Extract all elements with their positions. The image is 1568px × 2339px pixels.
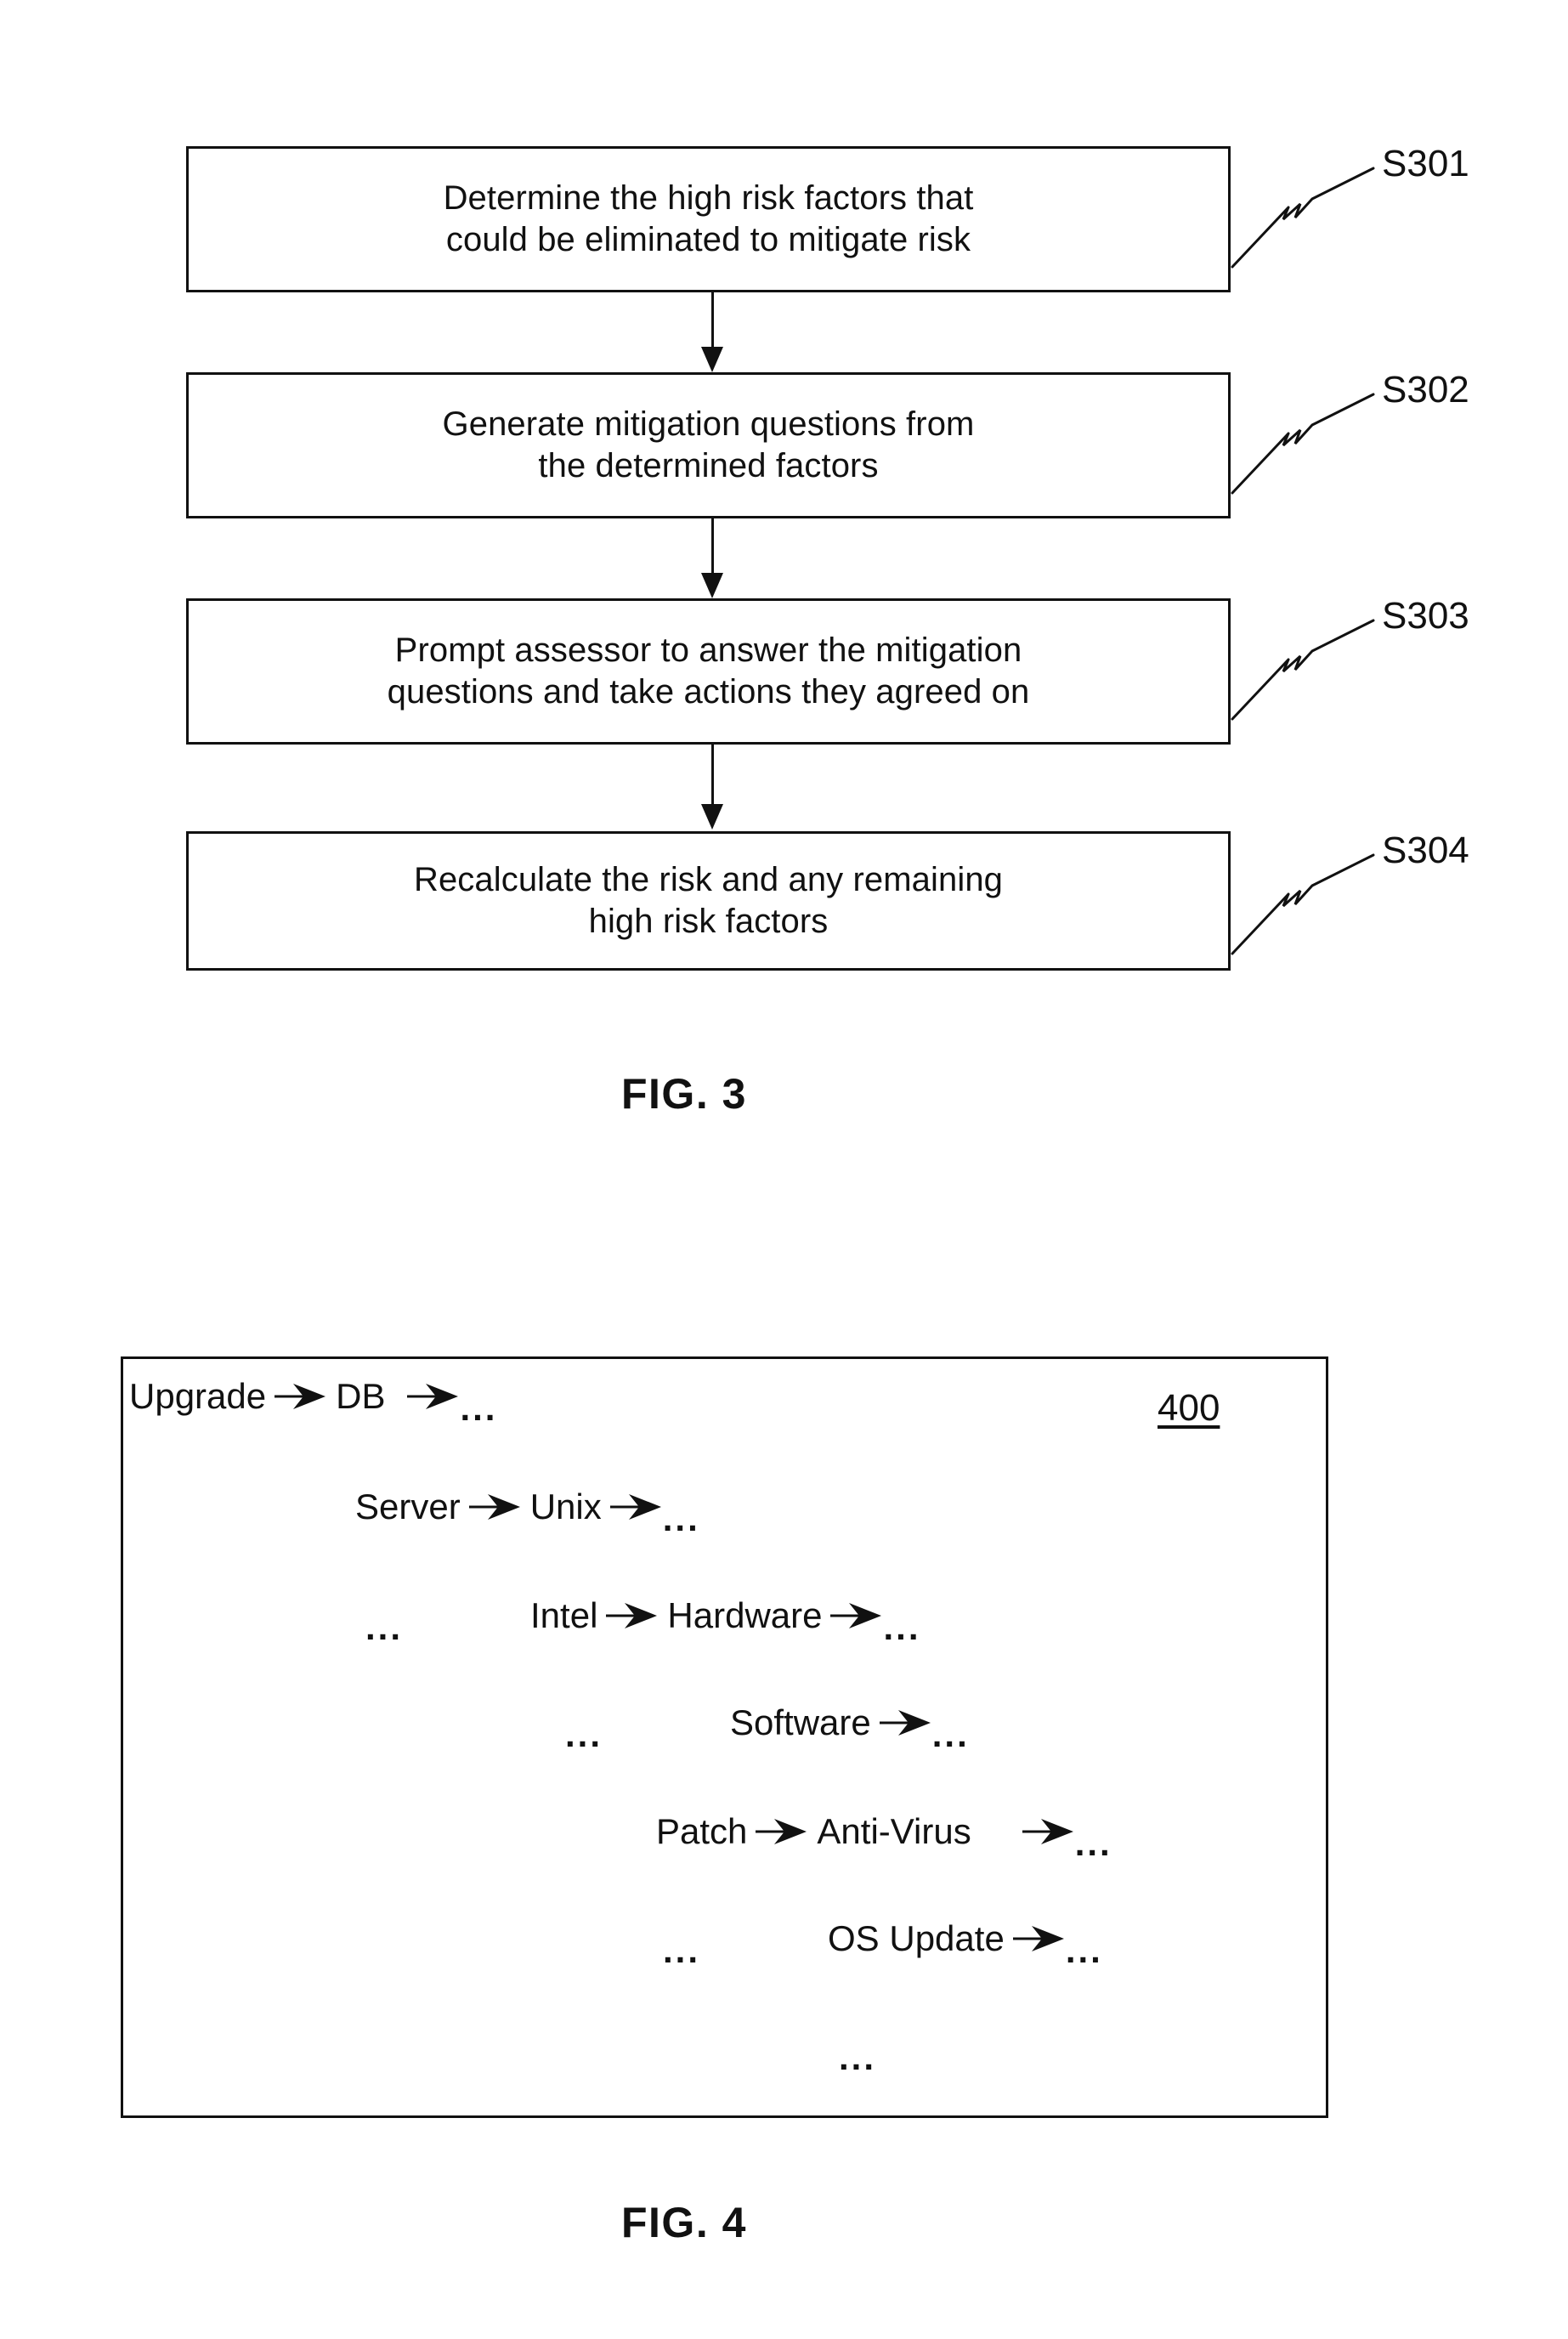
figure-4: 400 Upgrade DB... Server Unix...... Intel Har… [0,1190,1568,2339]
ellipsis-node: ... [931,1714,970,1754]
tree-node-label: Software [730,1702,871,1742]
ellipsis-node: ... [662,1498,700,1538]
ellipsis-node: ... [565,1714,603,1754]
flow-step-box-s301: Determine the high risk factors that cou… [186,146,1231,292]
arrow-icon [1012,1924,1066,1953]
tree-node-label: Patch [656,1811,748,1851]
tree-node-label: Intel [530,1595,598,1635]
flow-step-text: Prompt assessor to answer the mitigation… [387,631,1030,711]
tree-row: Upgrade DB... [129,1376,497,1426]
ellipsis-node: ... [460,1388,498,1428]
step-label-s304: S304 [1382,830,1469,871]
arrow-icon [468,1492,522,1521]
flow-step-box-s303: Prompt assessor to answer the mitigation… [186,598,1231,745]
ellipsis-node: ... [1074,1823,1112,1863]
step-label-s302: S302 [1382,369,1469,411]
tree-row: Patch Anti-Virus... [656,1811,1112,1861]
ellipsis-node: ... [883,1607,921,1647]
arrow-icon [1022,1817,1075,1846]
arrow-icon [756,1817,808,1846]
figure-3: Determine the high risk factors that cou… [0,0,1568,1190]
tree-node-label: Hardware [667,1595,823,1635]
flow-step-box-s302: Generate mitigation questions from the d… [186,372,1231,518]
arrow-icon [407,1382,460,1411]
ellipsis-node: ... [663,1930,701,1970]
arrow-icon [275,1382,327,1411]
ellipsis-node: ... [1065,1930,1103,1970]
flow-step-text: Determine the high risk factors that cou… [443,179,974,258]
tree-node-label: Unix [529,1487,602,1526]
flow-step-box-s304: Recalculate the risk and any remaining h… [186,831,1231,971]
arrow-icon [609,1492,663,1521]
ellipsis-node: ... [839,2037,877,2077]
arrow-icon [606,1601,659,1630]
flow-step-text: Recalculate the risk and any remaining h… [413,861,1004,940]
figure-4-caption: FIG. 4 [621,2199,747,2246]
leader-line-s301 [1231,167,1392,269]
tree-node-label: Server [355,1487,461,1526]
tree-row: Server Unix... [355,1487,700,1537]
leader-line-s303 [1231,619,1392,721]
tree-node-label: OS Update [828,1918,1005,1958]
ellipsis-node: ... [365,1607,404,1647]
leader-line-s304 [1231,853,1392,955]
arrow-icon [830,1601,883,1630]
leader-line-s302 [1231,393,1392,495]
arrow-icon [879,1708,932,1737]
tree-row: ... OS Update... [663,1918,1103,1968]
flow-step-text: Generate mitigation questions from the d… [442,405,975,484]
step-label-s301: S301 [1382,143,1469,184]
step-label-s303: S303 [1382,595,1469,637]
tree-node-label: Upgrade [129,1376,267,1416]
tree-row: ... Intel Hardware... [365,1595,921,1645]
tree-node-label: Anti-Virus [817,1811,971,1851]
figure-3-caption: FIG. 3 [621,1070,747,1118]
tree-node-label: DB [336,1376,386,1416]
tree-row: ... Software... [565,1702,970,1753]
tree-row: ... [839,2028,876,2076]
tree-rows-container: Upgrade DB... Server Unix...... Intel Hardwar… [121,1356,1328,2118]
